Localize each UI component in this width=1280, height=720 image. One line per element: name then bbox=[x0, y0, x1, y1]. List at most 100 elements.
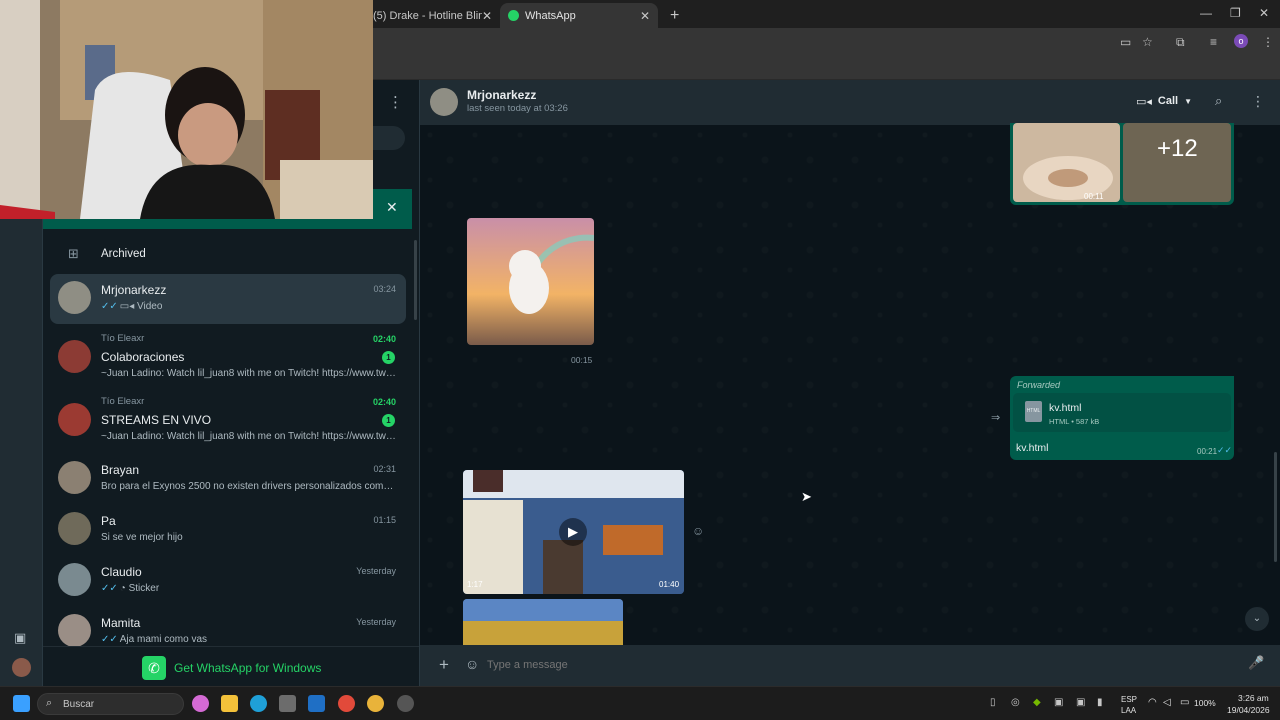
chat-preview-text: Video bbox=[137, 301, 163, 312]
sticker-time: 00:15 bbox=[571, 355, 593, 365]
microphone-icon[interactable]: 🎤 bbox=[1248, 655, 1264, 671]
archived-row[interactable]: ⊞ Archived bbox=[50, 239, 406, 269]
file-message[interactable]: Forwarded HTML kv.html HTML • 587 kB kv.… bbox=[1010, 376, 1234, 460]
media-gallery-icon[interactable]: ▣ bbox=[14, 630, 26, 646]
get-app-banner[interactable]: ✆ Get WhatsApp for Windows bbox=[43, 646, 419, 686]
chat-time: 02:40 bbox=[372, 334, 396, 344]
taskbar-search[interactable]: ⌕ Buscar bbox=[37, 693, 184, 715]
chat-row-streams[interactable]: Tío Eleaxr STREAMS EN VIVO 02:40 1 ~Juan… bbox=[50, 393, 406, 451]
video-message[interactable]: ▶ 1:17 01:40 bbox=[463, 470, 684, 594]
webcam-overlay bbox=[0, 0, 373, 219]
new-tab-button[interactable]: + bbox=[662, 3, 682, 28]
close-icon[interactable]: ✕ bbox=[482, 9, 492, 23]
forward-icon[interactable]: ⇒ bbox=[991, 411, 1000, 424]
search-icon[interactable]: ⌕ bbox=[1215, 93, 1222, 109]
battery-icon[interactable]: ▭ bbox=[1180, 697, 1189, 708]
store-icon[interactable] bbox=[279, 695, 296, 712]
chat-name: Claudio bbox=[101, 565, 142, 579]
restore-icon[interactable]: ❐ bbox=[1230, 6, 1241, 20]
attach-plus-icon[interactable]: + bbox=[439, 655, 449, 675]
chrome-icon[interactable] bbox=[338, 695, 355, 712]
edge-icon[interactable] bbox=[250, 695, 267, 712]
chat-name: Colaboraciones bbox=[101, 350, 185, 364]
chat-time: 01:15 bbox=[373, 515, 396, 525]
reading-list-icon[interactable]: ≡ bbox=[1210, 35, 1217, 49]
tray-app-icon[interactable]: ▣ bbox=[1076, 697, 1085, 708]
sticker-image[interactable] bbox=[467, 218, 594, 345]
chat-scrollbar[interactable] bbox=[1274, 452, 1277, 562]
chat-menu-icon[interactable]: ⋮ bbox=[1251, 93, 1265, 110]
chat-row-mrjonarkezz[interactable]: Mrjonarkezz 03:24 ✓✓ ▭◂ Video bbox=[50, 274, 406, 324]
chat-time: 03:24 bbox=[373, 284, 396, 294]
language-top[interactable]: ESP bbox=[1121, 695, 1137, 704]
microphone-icon[interactable]: ▮ bbox=[1097, 697, 1103, 708]
message-input[interactable] bbox=[487, 653, 1237, 677]
outlook-icon[interactable] bbox=[308, 695, 325, 712]
chat-row-pa[interactable]: Pa 01:15 Si se ve mejor hijo bbox=[50, 505, 406, 555]
avatar bbox=[58, 614, 91, 647]
avatar bbox=[58, 512, 91, 545]
chat-name: STREAMS EN VIVO bbox=[101, 413, 212, 427]
tray-app-icon[interactable]: ◎ bbox=[1011, 697, 1020, 708]
archived-label: Archived bbox=[101, 248, 146, 260]
play-icon[interactable]: ▶ bbox=[559, 518, 587, 546]
profile-avatar[interactable]: o bbox=[1234, 34, 1248, 48]
file-card[interactable]: HTML kv.html HTML • 587 kB bbox=[1013, 393, 1231, 432]
unread-badge: 1 bbox=[382, 351, 395, 364]
gemini-icon[interactable] bbox=[367, 695, 384, 712]
windows-start-icon[interactable] bbox=[13, 695, 30, 712]
last-seen: last seen today at 03:26 bbox=[467, 103, 568, 114]
wifi-icon[interactable]: ◠ bbox=[1148, 697, 1157, 708]
chat-row-claudio[interactable]: Claudio Yesterday ✓✓ ◔ Sticker bbox=[50, 556, 406, 606]
chat-preview: ✓✓ ◔ Sticker bbox=[101, 583, 397, 594]
minimize-icon[interactable]: — bbox=[1200, 6, 1212, 20]
chat-preview-text: Sticker bbox=[128, 583, 160, 594]
call-button[interactable]: ▭◂ Call ▼ bbox=[1124, 90, 1192, 112]
usb-icon[interactable]: ▯ bbox=[990, 697, 996, 708]
contact-name[interactable]: Mrjonarkezz bbox=[467, 88, 536, 102]
sidebar-scrollbar[interactable] bbox=[414, 240, 417, 320]
album-message[interactable]: 00:11 +12 bbox=[1010, 123, 1234, 205]
video-thumbnail bbox=[463, 599, 623, 645]
close-icon[interactable]: ✕ bbox=[640, 9, 650, 23]
video-message-partial[interactable] bbox=[463, 599, 623, 645]
album-image-more[interactable]: +12 bbox=[1123, 123, 1231, 202]
menu-dots-icon[interactable]: ⋮ bbox=[1262, 35, 1274, 49]
clock-date[interactable]: 19/04/2026 bbox=[1227, 705, 1270, 715]
clock-time[interactable]: 3:26 am bbox=[1238, 693, 1269, 703]
chat-name: Brayan bbox=[101, 463, 140, 477]
app-icon[interactable] bbox=[397, 695, 414, 712]
chat-row-brayan[interactable]: Brayan 02:31 Bro para el Exynos 2500 no … bbox=[50, 454, 406, 504]
volume-icon[interactable]: ◁ bbox=[1163, 697, 1171, 708]
extensions-icon[interactable]: ⧉ bbox=[1176, 35, 1185, 50]
chat-sender: Tío Eleaxr bbox=[101, 333, 145, 344]
react-emoji-icon[interactable]: ☺ bbox=[692, 524, 704, 538]
video-duration: 1:17 bbox=[467, 580, 483, 589]
chat-pane: Mrjonarkezz last seen today at 03:26 ▭◂ … bbox=[420, 80, 1280, 686]
emoji-icon[interactable]: ☺ bbox=[465, 656, 479, 672]
read-ticks-icon: ✓✓ bbox=[101, 634, 118, 645]
close-icon[interactable]: ✕ bbox=[386, 199, 398, 216]
cast-icon[interactable]: ▭ bbox=[1120, 35, 1131, 49]
tab-whatsapp[interactable]: WhatsApp ✕ bbox=[500, 3, 658, 28]
file-caption: kv.html bbox=[1016, 442, 1049, 454]
tray-app-icon[interactable]: ▣ bbox=[1054, 697, 1063, 708]
nvidia-icon[interactable]: ◆ bbox=[1033, 697, 1041, 708]
tab-youtube-label: (5) Drake - Hotline Bling - You bbox=[373, 9, 482, 22]
language-bottom[interactable]: LAA bbox=[1121, 706, 1136, 715]
close-window-icon[interactable]: ✕ bbox=[1259, 6, 1269, 20]
star-icon[interactable]: ☆ bbox=[1142, 35, 1153, 49]
video-call-icon: ▭◂ bbox=[1136, 95, 1152, 108]
sidebar-menu-icon[interactable]: ⋮ bbox=[388, 93, 403, 111]
file-explorer-icon[interactable] bbox=[221, 695, 238, 712]
scroll-down-button[interactable]: ⌄ bbox=[1245, 607, 1269, 631]
chat-name: Mamita bbox=[101, 616, 141, 630]
user-avatar[interactable] bbox=[12, 658, 31, 677]
copilot-icon[interactable] bbox=[192, 695, 209, 712]
taskbar-search-placeholder: Buscar bbox=[63, 699, 95, 710]
album-image-1[interactable] bbox=[1013, 123, 1120, 202]
chat-row-colaboraciones[interactable]: Tío Eleaxr Colaboraciones 02:40 1 ~Juan … bbox=[50, 330, 406, 388]
contact-avatar[interactable] bbox=[430, 88, 458, 116]
album-time: 00:11 bbox=[1084, 192, 1104, 201]
tab-youtube[interactable]: (5) Drake - Hotline Bling - You ✕ bbox=[365, 3, 500, 28]
